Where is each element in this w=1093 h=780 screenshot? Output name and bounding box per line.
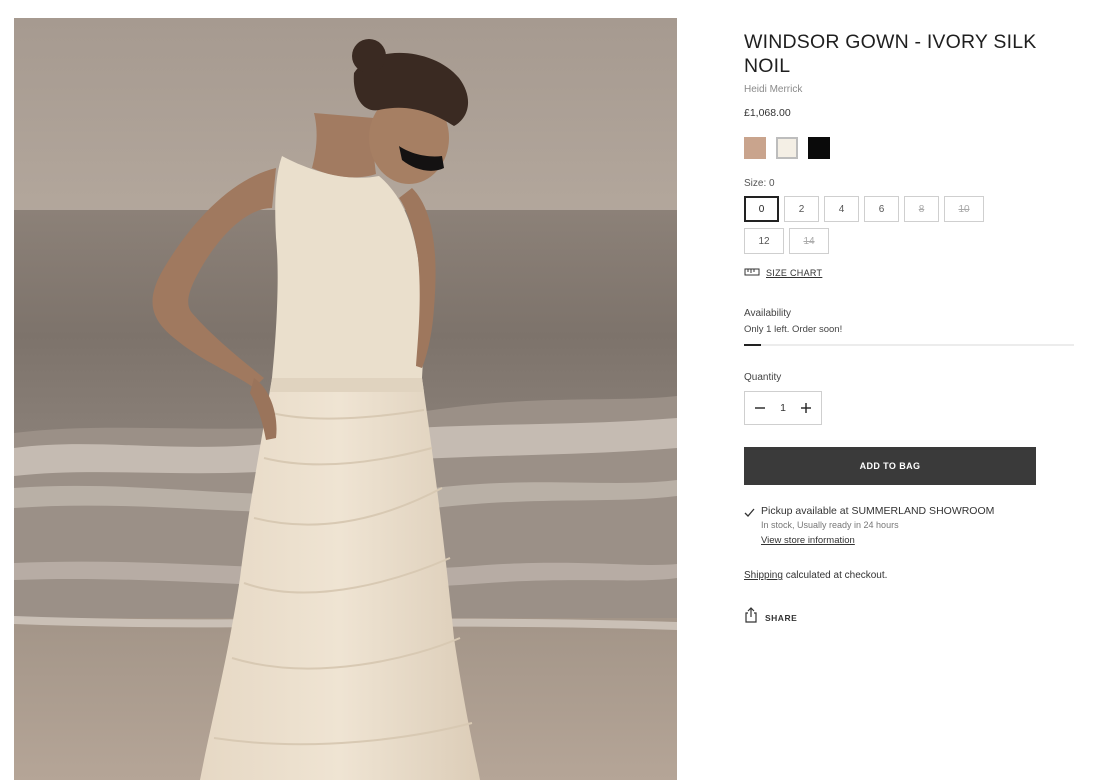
product-price: £1,068.00: [744, 107, 791, 119]
view-store-information-link[interactable]: View store information: [761, 535, 855, 546]
size-chart-label: SIZE CHART: [766, 268, 823, 278]
share-icon: [744, 607, 758, 628]
pickup-ready-time: In stock, Usually ready in 24 hours: [761, 520, 899, 530]
shipping-note: Shipping calculated at checkout.: [744, 570, 1064, 581]
check-icon: [744, 505, 755, 548]
size-option-8[interactable]: 8: [904, 196, 939, 222]
product-photo: [14, 18, 677, 780]
share-label: SHARE: [765, 612, 798, 623]
pickup-availability: Pickup available at SUMMERLAND SHOWROOM: [761, 505, 995, 517]
shipping-link[interactable]: Shipping: [744, 570, 783, 581]
size-options: 0 2 4 6 8 10 12 14: [744, 196, 1004, 254]
product-title: WINDSOR GOWN - IVORY SILK NOIL: [744, 31, 1037, 77]
size-option-10[interactable]: 10: [944, 196, 984, 222]
product-vendor: Heidi Merrick: [744, 84, 803, 95]
size-option-4[interactable]: 4: [824, 196, 859, 222]
size-chart-link[interactable]: SIZE CHART: [744, 264, 1064, 282]
plus-icon: [801, 403, 811, 413]
ruler-icon: [744, 264, 760, 282]
color-swatch-ivory[interactable]: [776, 137, 798, 159]
stock-level-fill: [744, 344, 761, 346]
size-option-0[interactable]: 0: [744, 196, 779, 222]
quantity-decrease-button[interactable]: [751, 399, 769, 417]
color-swatch-sand[interactable]: [744, 137, 766, 159]
availability-label: Availability: [744, 308, 792, 319]
quantity-increase-button[interactable]: [797, 399, 815, 417]
color-swatch-black[interactable]: [808, 137, 830, 159]
quantity-label: Quantity: [744, 372, 782, 383]
product-info: WINDSOR GOWN - IVORY SILK NOIL Heidi Mer…: [744, 30, 1074, 628]
availability-text: Only 1 left. Order soon!: [744, 324, 843, 335]
size-option-14[interactable]: 14: [789, 228, 829, 254]
add-to-bag-button[interactable]: ADD TO BAG: [744, 447, 1036, 485]
minus-icon: [755, 407, 765, 409]
size-label: Size: 0: [744, 178, 775, 189]
color-swatches: [744, 137, 1064, 159]
size-option-2[interactable]: 2: [784, 196, 819, 222]
quantity-stepper: 1: [744, 391, 822, 425]
size-option-6[interactable]: 6: [864, 196, 899, 222]
quantity-value[interactable]: 1: [780, 402, 786, 414]
size-option-12[interactable]: 12: [744, 228, 784, 254]
stock-level-bar: [744, 344, 1074, 346]
shipping-text: calculated at checkout.: [782, 570, 888, 581]
share-button[interactable]: SHARE: [744, 607, 1064, 628]
pickup-info: Pickup available at SUMMERLAND SHOWROOM …: [744, 505, 1064, 548]
product-image[interactable]: [14, 18, 677, 780]
